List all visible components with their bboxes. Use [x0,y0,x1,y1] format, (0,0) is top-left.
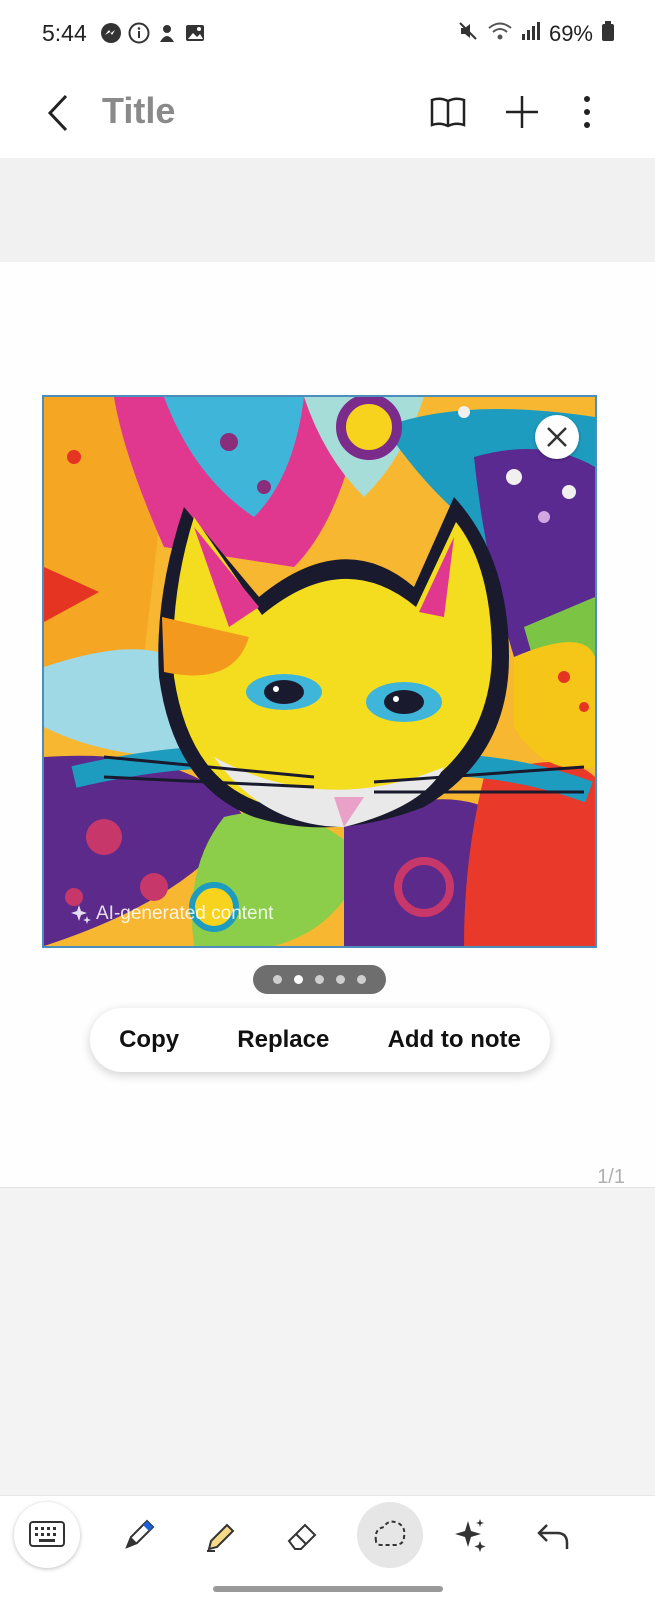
replace-button[interactable]: Replace [237,1026,329,1054]
keyboard-button[interactable] [14,1502,80,1568]
highlighter-icon [207,1523,235,1552]
more-options-icon[interactable] [577,92,597,132]
add-icon[interactable] [502,92,542,132]
copy-button[interactable]: Copy [119,1026,179,1054]
lasso-tool-button[interactable] [357,1502,423,1568]
pen-icon [125,1519,155,1549]
eraser-tool-button[interactable] [270,1502,336,1568]
back-icon[interactable] [40,88,80,138]
header-band [0,158,655,262]
page-title[interactable]: Title [102,90,175,132]
eraser-icon [287,1523,317,1550]
undo-button[interactable] [520,1502,586,1568]
home-indicator[interactable] [213,1586,443,1592]
keyboard-icon [29,1521,65,1547]
messenger-icon [100,22,122,44]
context-menu: Copy Replace Add to note [90,1008,550,1072]
signal-icon [521,20,541,48]
ai-label-text: AI-generated content [96,903,274,924]
wifi-icon [487,20,513,48]
pager-dot[interactable] [336,975,345,984]
status-time: 5:44 [42,20,87,46]
add-to-note-button[interactable]: Add to note [388,1026,521,1054]
sparkle-icon [455,1519,486,1552]
status-right: 69% [457,20,615,48]
pager-dot[interactable] [294,975,303,984]
page-indicator: 1/1 [597,1166,625,1188]
info-icon [128,22,150,44]
app-bar: Title [0,70,655,159]
game-icon [156,22,178,44]
cat-illustration [44,397,595,946]
battery-icon [601,20,615,48]
ai-generated-label: AI-generated content [70,903,273,925]
pen-tool-button[interactable] [106,1502,172,1568]
mute-icon [457,20,479,48]
highlighter-tool-button[interactable] [188,1502,254,1568]
lasso-icon [374,1520,406,1546]
status-bar: 5:44 69% [0,0,655,70]
pager-dot[interactable] [315,975,324,984]
bottom-toolbar [0,1495,655,1576]
notification-icons [100,22,206,44]
pager-dot[interactable] [357,975,366,984]
generated-image[interactable] [42,395,597,948]
battery-percent: 69% [548,21,593,46]
ai-assist-button[interactable] [437,1502,503,1568]
image-pager[interactable] [253,965,386,994]
close-icon [547,427,567,447]
close-image-button[interactable] [535,415,579,459]
pager-dot[interactable] [273,975,282,984]
book-icon[interactable] [428,92,468,132]
sparkle-icon [71,905,91,924]
undo-icon [537,1524,569,1549]
gallery-icon [184,22,206,44]
